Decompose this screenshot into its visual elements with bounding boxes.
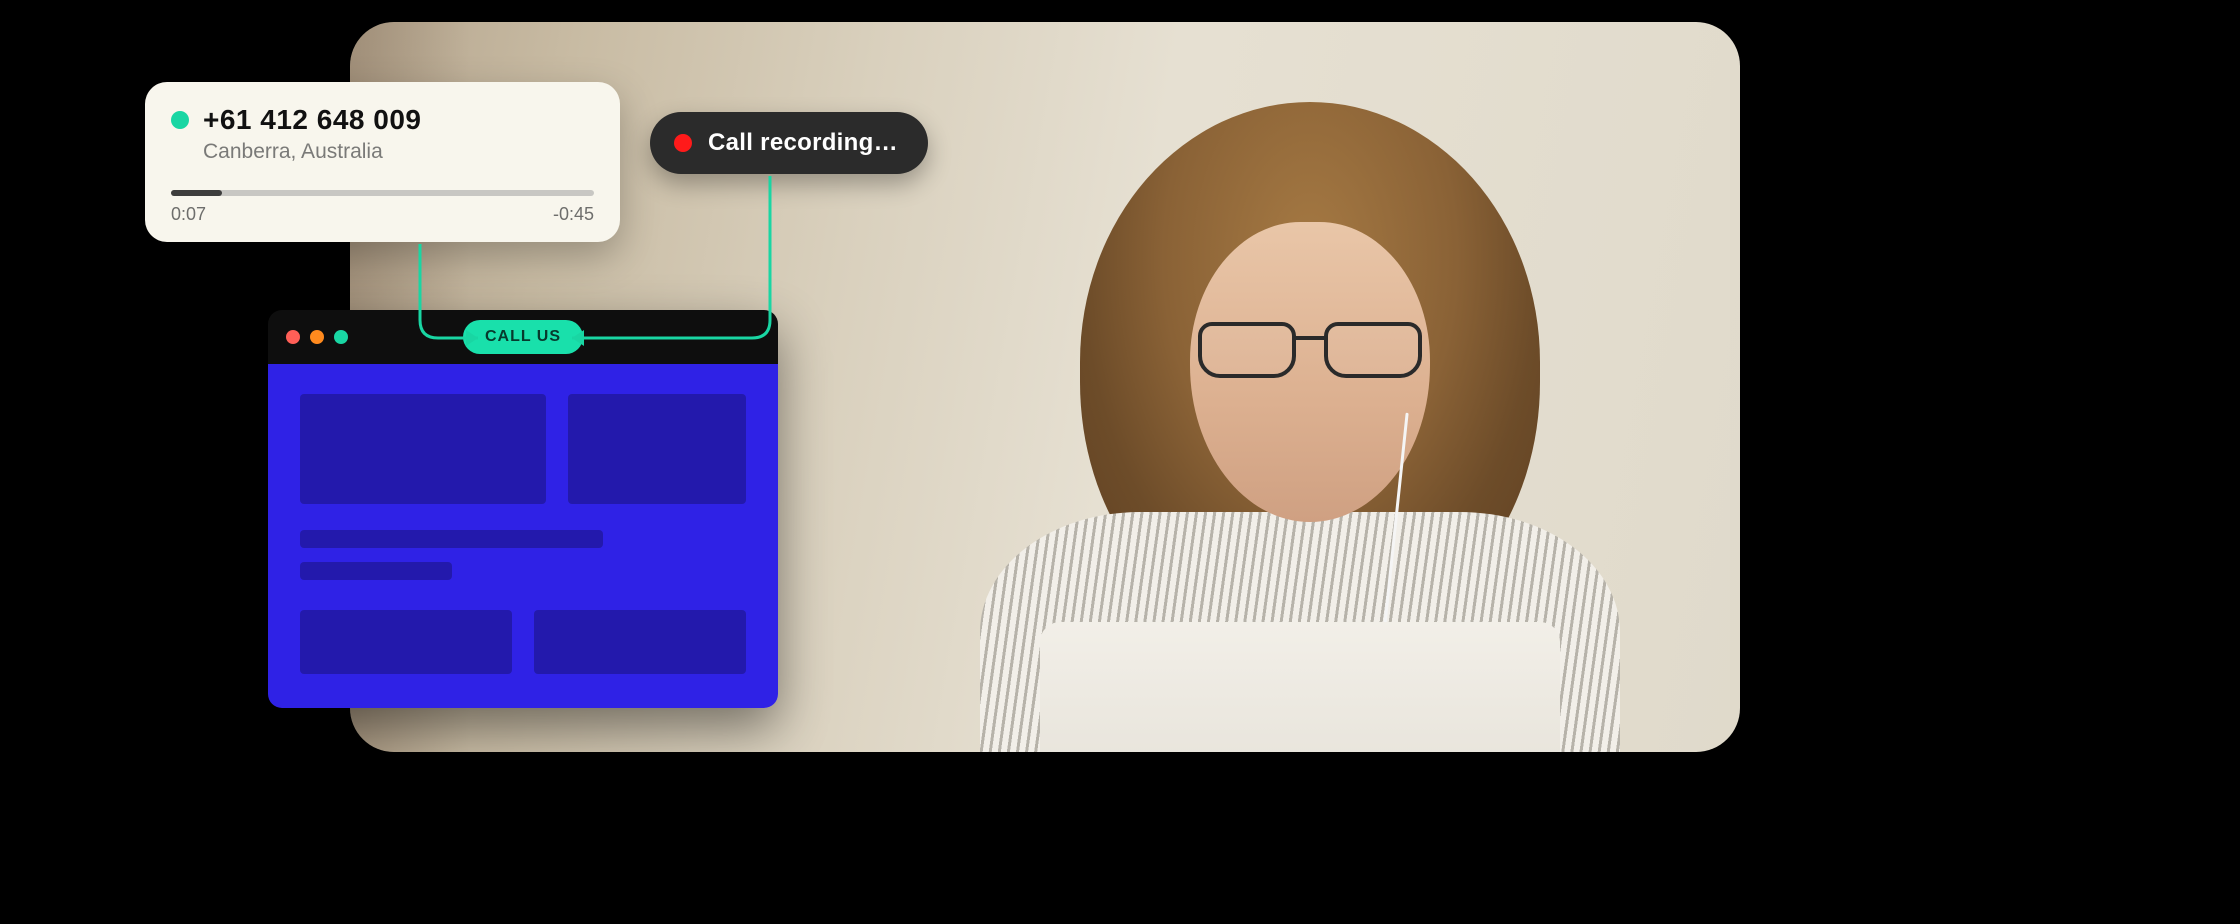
recording-dot-icon [674, 134, 692, 152]
browser-titlebar: CALL US [268, 310, 778, 364]
person-illustration [940, 82, 1660, 752]
window-maximize-icon[interactable] [334, 330, 348, 344]
window-close-icon[interactable] [286, 330, 300, 344]
call-progress[interactable]: 0:07 -0:45 [171, 190, 594, 225]
call-progress-fill [171, 190, 222, 196]
call-us-button[interactable]: CALL US [463, 320, 583, 354]
call-status-dot-icon [171, 111, 189, 129]
elapsed-time: 0:07 [171, 204, 206, 225]
remaining-time: -0:45 [553, 204, 594, 225]
window-minimize-icon[interactable] [310, 330, 324, 344]
phone-number: +61 412 648 009 [203, 104, 421, 136]
browser-body [268, 364, 778, 708]
recording-label: Call recording… [708, 129, 898, 157]
caller-location: Canberra, Australia [203, 140, 594, 164]
recording-indicator: Call recording… [650, 112, 928, 174]
active-call-card: +61 412 648 009 Canberra, Australia 0:07… [145, 82, 620, 242]
browser-mock-window: CALL US [268, 310, 778, 708]
